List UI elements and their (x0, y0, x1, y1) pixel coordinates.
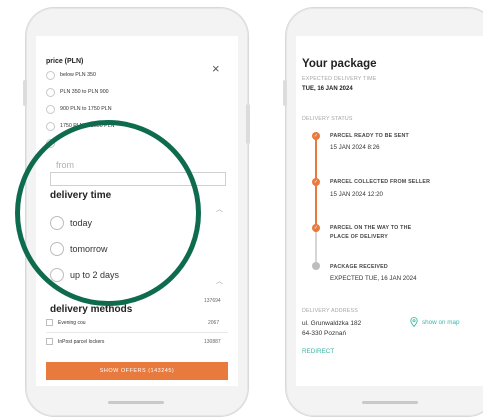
delivery-status-label: DELIVERY STATUS (302, 116, 353, 122)
delivery-time-option: today (70, 218, 93, 228)
delivery-method-label: InPost parcel lockers (58, 339, 105, 345)
delivery-method-checkbox[interactable] (46, 338, 53, 345)
delivery-methods-title: delivery methods (50, 304, 133, 315)
price-filter-title: price (PLN) (46, 58, 84, 65)
delivery-address-label: DELIVERY ADDRESS (302, 308, 358, 314)
delivery-method-count: 2067 (208, 320, 220, 326)
map-pin-icon[interactable] (410, 317, 418, 327)
package-screen: Your package EXPECTED DELIVERY TIME TUE,… (296, 36, 483, 386)
status-step-title: PARCEL COLLECTED FROM SELLER (330, 179, 431, 185)
status-step-title: PACKAGE RECEIVED (330, 264, 388, 270)
phone-side-button (23, 80, 27, 106)
expected-delivery-value: TUE, 16 JAN 2024 (302, 86, 353, 92)
status-step-date: 15 JAN 2024 8:26 (330, 144, 380, 151)
show-offers-button[interactable]: SHOW OFFERS (143245) (46, 362, 228, 380)
delivery-time-radio[interactable] (50, 268, 64, 282)
delivery-time-title: delivery time (50, 190, 112, 201)
filters-screen: price (PLN) × below PLN 350 PLN 350 to P… (36, 36, 238, 386)
price-option-label: PLN 350 to PLN 900 (60, 89, 109, 95)
redirect-link[interactable]: REDIRECT (302, 348, 334, 355)
status-step-title: PARCEL ON THE WAY TO THE (330, 225, 412, 231)
show-on-map-link[interactable]: show on map (422, 319, 459, 326)
phone-side-button (283, 80, 287, 106)
check-icon: ✓ (312, 132, 320, 140)
delivery-time-radio[interactable] (50, 242, 64, 256)
delivery-method-checkbox[interactable] (46, 319, 53, 326)
price-option-label: below PLN 350 (60, 72, 96, 78)
delivery-time-option: up to 2 days (70, 270, 120, 280)
page-title: Your package (302, 58, 377, 70)
price-option-radio[interactable] (46, 105, 55, 114)
check-icon: ✓ (312, 224, 320, 232)
divider (46, 332, 228, 333)
phone-frame-right: Your package EXPECTED DELIVERY TIME TUE,… (283, 8, 483, 416)
status-step-date: 15 JAN 2024 12:20 (330, 191, 383, 198)
price-option-radio[interactable] (46, 71, 55, 80)
delivery-time-option: tomorrow (70, 244, 108, 254)
delivery-method-count: 130887 (204, 339, 221, 345)
phone-side-button (246, 104, 250, 144)
delivery-methods-count: 137694 (204, 298, 221, 304)
price-option-radio[interactable] (46, 88, 55, 97)
chevron-up-icon[interactable]: ︿ (216, 204, 223, 214)
close-icon[interactable]: × (212, 62, 220, 75)
price-option-radio[interactable] (46, 139, 55, 148)
check-icon: ✓ (312, 178, 320, 186)
expected-delivery-label: EXPECTED DELIVERY TIME (302, 76, 377, 82)
price-option-label: 900 PLN to 1750 PLN (60, 106, 112, 112)
address-line: 64-330 Poznań (302, 330, 347, 337)
phone-frame-left: price (PLN) × below PLN 350 PLN 350 to P… (23, 8, 250, 416)
delivery-method-label: Evening cou (58, 320, 86, 326)
pending-dot (312, 262, 320, 270)
price-from-input[interactable] (50, 172, 226, 186)
from-label: from (56, 160, 74, 170)
status-step-title: PARCEL READY TO BE SENT (330, 133, 409, 139)
price-option-label: 1750 PLN to 2500 PLN (60, 123, 115, 129)
status-step-date: EXPECTED TUE, 16 JAN 2024 (330, 275, 417, 282)
address-line: ul. Grunwaldzka 182 (302, 320, 362, 327)
chevron-up-icon[interactable]: ︿ (216, 276, 223, 286)
status-step-title: PLACE OF DELIVERY (330, 234, 388, 240)
delivery-time-radio[interactable] (50, 216, 64, 230)
home-indicator (108, 401, 164, 404)
timeline-line (315, 232, 317, 262)
home-indicator (362, 401, 418, 404)
price-option-radio[interactable] (46, 122, 55, 131)
